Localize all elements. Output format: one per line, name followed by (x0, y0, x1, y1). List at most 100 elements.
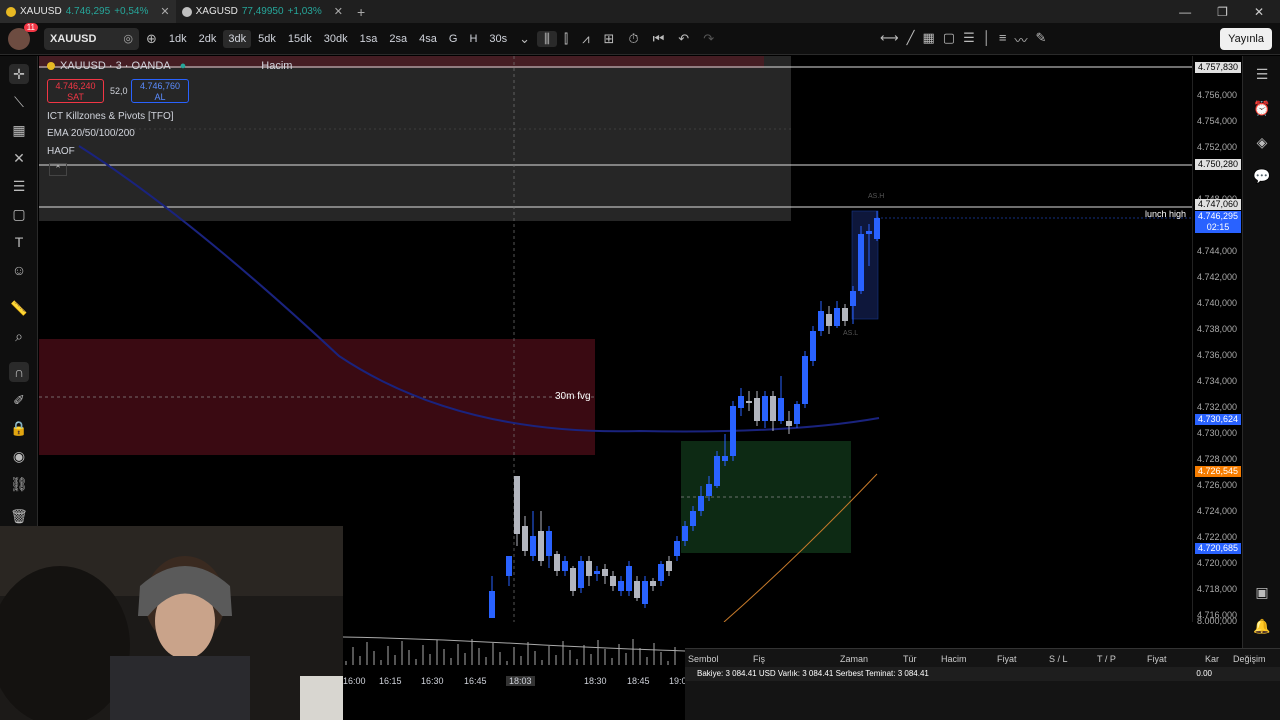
close-tab-icon[interactable]: ✕ (160, 5, 169, 18)
candle-body (730, 406, 736, 456)
channel-icon[interactable]: ≡ (999, 30, 1007, 49)
maximize-icon[interactable]: ❐ (1217, 5, 1228, 19)
link-icon[interactable]: ⛓ (9, 474, 29, 494)
trade-column-header[interactable]: Kar (1205, 654, 1219, 664)
timeframe-30s[interactable]: 30s (484, 30, 512, 48)
timeframe-1sa[interactable]: 1sa (355, 30, 383, 48)
chat-icon[interactable]: 💬 (1252, 166, 1272, 186)
time-axis[interactable]: 16:00 16:15 16:30 16:45 18:03 18:30 18:45 19:00 (343, 672, 692, 690)
collapse-legend-icon[interactable]: ⌃ (49, 163, 67, 176)
lock-icon[interactable]: 🔒 (9, 418, 29, 438)
fib-icon[interactable]: ☰ (963, 30, 975, 49)
timeframe-2dk[interactable]: 2dk (194, 30, 222, 48)
indicators-icon[interactable]: ⩘ (575, 31, 596, 47)
minimize-icon[interactable]: — (1179, 5, 1191, 19)
trade-column-header[interactable]: Sembol (688, 654, 719, 664)
calendar-icon[interactable]: ▣ (1252, 582, 1272, 602)
path-icon[interactable]: 〰 (1014, 30, 1027, 49)
volume-bar (429, 654, 431, 665)
tab-change: +1,03% (287, 6, 322, 17)
timeframe-3dk[interactable]: 3dk (223, 29, 252, 48)
trend-line-icon[interactable]: ╱ (907, 30, 915, 49)
undo-icon[interactable]: ↶ (671, 31, 696, 47)
trade-column-header[interactable]: Tür (903, 654, 917, 664)
compare-icon[interactable]: ◎ (123, 32, 133, 45)
volume-bar (359, 656, 361, 665)
left-drawing-toolbar: ✛ ⟍ ▦ ✕ ☰ ▢ T ☺ 📏 ⌕ ∩ ✐ 🔒 ◉ ⛓ 🗑 (0, 56, 38, 526)
sell-button[interactable]: 4.746,240 SAT (47, 79, 104, 103)
close-window-icon[interactable]: ✕ (1254, 5, 1264, 19)
vertical-line-icon[interactable]: │ (983, 30, 991, 49)
symbol-search[interactable]: XAUUSD ◎ (44, 27, 139, 50)
trade-column-header[interactable]: Zaman (840, 654, 868, 664)
horizontal-line-icon[interactable]: ⟷ (880, 30, 899, 49)
volume-bar (436, 640, 438, 665)
grid-tool-icon[interactable]: ▦ (9, 120, 29, 140)
trend-line-tool-icon[interactable]: ⟍ (9, 92, 29, 112)
browser-tab-xagusd[interactable]: XAGUSD 77,49950 +1,03% ✕ (176, 0, 349, 23)
candle-type-icon[interactable]: ⫼ (537, 30, 558, 47)
trade-column-header[interactable]: T / P (1097, 654, 1116, 664)
price-axis[interactable]: 4.756,0004.754,0004.752,0004.748,0004.74… (1192, 56, 1242, 626)
shapes-tool-icon[interactable]: ▢ (9, 204, 29, 224)
browser-tab-xauusd[interactable]: XAUUSD 4.746,295 +0,54% ✕ (0, 0, 176, 23)
timeframe-2sa[interactable]: 2sa (384, 30, 412, 48)
replay-icon[interactable]: ⏮ (646, 31, 672, 47)
timeframe-5dk[interactable]: 5dk (253, 30, 281, 48)
balance-text: Bakiye: 3 084.41 USD Varlık: 3 084.41 Se… (697, 669, 929, 678)
watchlist-icon[interactable]: ☰ (1252, 64, 1272, 84)
timeframe-15dk[interactable]: 15dk (283, 30, 317, 48)
volume-bar (457, 644, 459, 665)
trade-column-header[interactable]: Değişim (1233, 654, 1266, 664)
timeframe-4sa[interactable]: 4sa (414, 30, 442, 48)
chevron-down-icon[interactable]: ⌄ (512, 31, 537, 47)
notifications-icon[interactable]: 🔔 (1252, 616, 1272, 636)
eye-icon[interactable]: ◉ (9, 446, 29, 466)
bar-chart-icon[interactable]: ⫿ (557, 31, 575, 47)
zoom-icon[interactable]: ⌕ (9, 326, 29, 346)
redo-icon[interactable]: ↷ (696, 31, 721, 47)
magnet-icon[interactable]: ∩ (9, 362, 29, 382)
webcam-feed (0, 526, 343, 720)
candle-body (802, 356, 808, 404)
fib-tool-icon[interactable]: ☰ (9, 176, 29, 196)
trade-column-header[interactable]: Fiyat (1147, 654, 1167, 664)
tab-symbol: XAUUSD (20, 6, 62, 17)
templates-icon[interactable]: ⊞ (597, 31, 622, 47)
text-tool-icon[interactable]: T (9, 232, 29, 252)
alert-icon[interactable]: ⏱ (621, 31, 645, 47)
candle-body (810, 331, 816, 361)
rectangle-icon[interactable]: ▢ (943, 30, 955, 49)
alerts-icon[interactable]: ⏰ (1252, 98, 1272, 118)
brush-icon[interactable]: ✎ (1035, 30, 1046, 49)
indicator-haof[interactable]: HAOF (47, 146, 75, 157)
price-label: 4.722,000 (1197, 532, 1238, 542)
emoji-tool-icon[interactable]: ☺ (9, 260, 29, 280)
timeframe-30dk[interactable]: 30dk (319, 30, 353, 48)
indicator-ema[interactable]: EMA 20/50/100/200 (47, 128, 135, 139)
trade-column-header[interactable]: S / L (1049, 654, 1068, 664)
avatar[interactable]: 11 (8, 22, 38, 50)
crosshair-icon[interactable]: ✛ (9, 64, 29, 84)
grid-icon[interactable]: ▦ (922, 30, 934, 49)
trade-column-header[interactable]: Fiyat (997, 654, 1017, 664)
buy-button[interactable]: 4.746,760 AL (131, 79, 189, 103)
trade-column-header[interactable]: Hacim (941, 654, 967, 664)
candle-body (650, 581, 656, 586)
timeframe-G[interactable]: G (444, 30, 463, 48)
indicator-killzones[interactable]: ICT Killzones & Pivots [TFO] (47, 111, 174, 122)
volume-bar (471, 639, 473, 665)
new-tab-icon[interactable]: + (357, 4, 365, 20)
timeframe-H[interactable]: H (464, 30, 482, 48)
layers-icon[interactable]: ◈ (1252, 132, 1272, 152)
price-label: 4.744,000 (1197, 246, 1238, 256)
publish-button[interactable]: Yayınla (1220, 28, 1272, 50)
add-symbol-icon[interactable]: ⊕ (139, 31, 164, 47)
ruler-tool-icon[interactable]: 📏 (9, 298, 29, 318)
trade-column-header[interactable]: Fiş (753, 654, 765, 664)
close-tab-icon[interactable]: ✕ (334, 5, 343, 18)
timeframe-1dk[interactable]: 1dk (164, 30, 192, 48)
pattern-tool-icon[interactable]: ✕ (9, 148, 29, 168)
trash-icon[interactable]: 🗑 (9, 506, 29, 526)
lock-drawing-icon[interactable]: ✐ (9, 390, 29, 410)
